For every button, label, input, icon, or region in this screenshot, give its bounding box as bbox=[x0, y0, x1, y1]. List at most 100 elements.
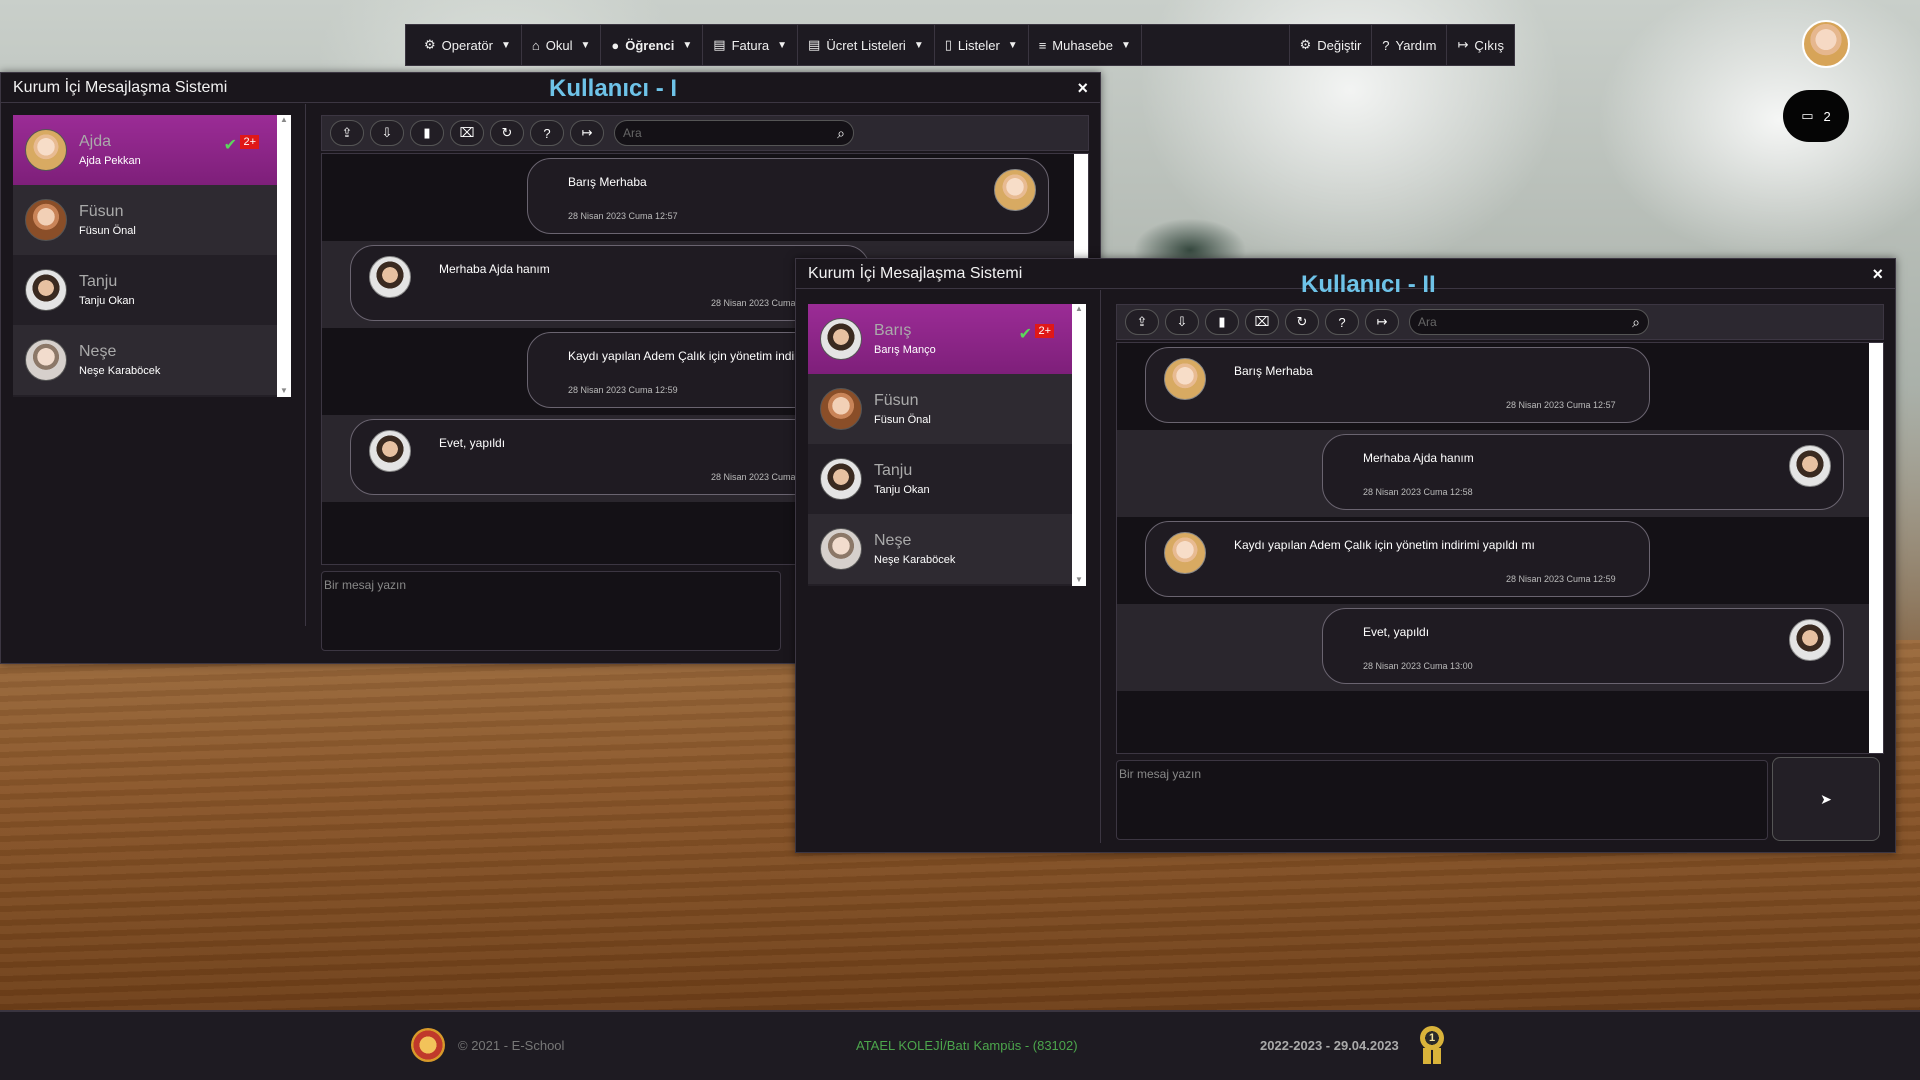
chat-notification-button[interactable]: ▭ 2 bbox=[1783, 90, 1849, 142]
clear-chat-icon: ⌧ bbox=[459, 125, 475, 140]
menu-cikis[interactable]: ↦ Çıkış bbox=[1446, 24, 1514, 66]
exit-button[interactable]: ↦ bbox=[570, 120, 604, 146]
avatar bbox=[25, 269, 67, 311]
check-icon: ✔ bbox=[223, 137, 237, 154]
menu-operator[interactable]: ⚙ Operatör ▼ bbox=[414, 24, 522, 66]
user-avatar[interactable] bbox=[1802, 20, 1850, 68]
contact-item-fusun[interactable]: Füsun Füsun Önal bbox=[13, 185, 277, 255]
message-input[interactable]: Bir mesaj yazın bbox=[1116, 760, 1768, 840]
menu-muhasebe[interactable]: ≡ Muhasebe ▼ bbox=[1029, 24, 1142, 66]
avatar bbox=[820, 388, 862, 430]
avatar bbox=[1164, 532, 1206, 574]
message-row: Kaydı yapılan Adem Çalık için yönetim in… bbox=[1117, 517, 1883, 604]
message-bubble: Barış Merhaba 28 Nisan 2023 Cuma 12:57 bbox=[527, 158, 1049, 234]
refresh-button[interactable]: ↻ bbox=[490, 120, 524, 146]
search-icon[interactable]: ⌕ bbox=[837, 125, 845, 142]
avatar bbox=[994, 169, 1036, 211]
contact-item-tanju[interactable]: Tanju Tanju Okan bbox=[808, 444, 1072, 514]
exit-button[interactable]: ↦ bbox=[1365, 309, 1399, 335]
chat-toolbar: ⇪ ⇩ ▮ ⌧ ↻ ? ↦ Ara ⌕ bbox=[321, 115, 1089, 151]
scroll-up-icon[interactable]: ▲ bbox=[1072, 304, 1086, 313]
menu-okul[interactable]: ⌂ Okul ▼ bbox=[522, 24, 602, 66]
contacts-scrollbar[interactable]: ▲ ▼ bbox=[1072, 304, 1086, 586]
menu-listeler[interactable]: ▯ Listeler ▼ bbox=[935, 24, 1029, 66]
contact-item-nese[interactable]: Neşe Neşe Karaböcek bbox=[808, 514, 1072, 584]
logout-icon: ↦ bbox=[1376, 314, 1388, 329]
download-button[interactable]: ⇩ bbox=[370, 120, 404, 146]
help-button[interactable]: ? bbox=[1325, 309, 1359, 335]
menu-yardim[interactable]: ? Yardım bbox=[1371, 24, 1446, 66]
avatar bbox=[820, 318, 862, 360]
logout-icon: ↦ bbox=[1457, 37, 1469, 52]
message-row: Barış Merhaba 28 Nisan 2023 Cuma 12:57 bbox=[1117, 343, 1883, 430]
academic-year-date: 2022-2023 - 29.04.2023 bbox=[1260, 1038, 1399, 1053]
caret-down-icon: ▼ bbox=[1121, 39, 1131, 51]
window-title: Kurum İçi Mesajlaşma Sistemi bbox=[808, 264, 1023, 282]
clear-button[interactable]: ⌧ bbox=[1245, 309, 1279, 335]
caret-down-icon: ▼ bbox=[500, 39, 511, 51]
medal-icon: 1 bbox=[1420, 1026, 1444, 1050]
trash-icon: ▮ bbox=[423, 125, 431, 140]
medal-ribbon bbox=[1423, 1048, 1441, 1064]
background-plant bbox=[1110, 180, 1270, 270]
contact-item-fusun[interactable]: Füsun Füsun Önal bbox=[808, 374, 1072, 444]
document-icon: ▤ bbox=[808, 37, 821, 52]
document-icon: ▤ bbox=[713, 37, 726, 52]
top-menu-bar: ⚙ Operatör ▼ ⌂ Okul ▼ ● Öğrenci ▼ ▤ Fatura ▼ ▤ Üc… bbox=[405, 24, 1515, 66]
menu-ogrenci[interactable]: ● Öğrenci ▼ bbox=[601, 24, 704, 66]
avatar bbox=[369, 256, 411, 298]
avatar bbox=[1789, 619, 1831, 661]
help-button[interactable]: ? bbox=[530, 120, 564, 146]
school-name[interactable]: ATAEL KOLEJİ/Batı Kampüs - (83102) bbox=[856, 1038, 1078, 1053]
check-icon: ✔ bbox=[1018, 326, 1032, 343]
gears-icon: ⚙ bbox=[424, 37, 436, 52]
avatar bbox=[369, 430, 411, 472]
search-input[interactable]: Ara ⌕ bbox=[1409, 309, 1649, 335]
message-row: Evet, yapıldı 28 Nisan 2023 Cuma 13:00 bbox=[1117, 604, 1883, 691]
search-icon[interactable]: ⌕ bbox=[1632, 314, 1640, 331]
caret-down-icon: ▼ bbox=[580, 39, 591, 51]
avatar bbox=[25, 199, 67, 241]
menu-fatura[interactable]: ▤ Fatura ▼ bbox=[703, 24, 799, 66]
scroll-down-icon[interactable]: ▼ bbox=[277, 386, 291, 395]
user-icon: ● bbox=[611, 37, 620, 53]
unread-badge: 2+ bbox=[240, 135, 259, 149]
avatar bbox=[1789, 445, 1831, 487]
help-icon: ? bbox=[1338, 314, 1346, 330]
trash-icon: ▮ bbox=[1218, 314, 1226, 329]
download-icon: ⇩ bbox=[381, 125, 393, 140]
messages-scrollbar[interactable] bbox=[1869, 343, 1883, 753]
home-icon: ⌂ bbox=[531, 37, 540, 53]
download-button[interactable]: ⇩ bbox=[1165, 309, 1199, 335]
contact-item-nese[interactable]: Neşe Neşe Karaböcek bbox=[13, 325, 277, 395]
upload-button[interactable]: ⇪ bbox=[1125, 309, 1159, 335]
clear-button[interactable]: ⌧ bbox=[450, 120, 484, 146]
upload-icon: ⇪ bbox=[341, 125, 353, 140]
scroll-down-icon[interactable]: ▼ bbox=[1072, 575, 1086, 584]
window-user-label: Kullanıcı - I bbox=[549, 75, 678, 102]
send-button[interactable]: ➤ bbox=[1772, 757, 1880, 841]
upload-button[interactable]: ⇪ bbox=[330, 120, 364, 146]
close-icon[interactable]: × bbox=[1077, 78, 1088, 99]
search-input[interactable]: Ara ⌕ bbox=[614, 120, 854, 146]
upload-icon: ⇪ bbox=[1136, 314, 1148, 329]
contact-item-ajda[interactable]: Ajda Ajda Pekkan ✔ 2+ bbox=[13, 115, 277, 185]
clear-chat-icon: ⌧ bbox=[1254, 314, 1270, 329]
avatar bbox=[820, 458, 862, 500]
window-user-label: Kullanıcı - II bbox=[1301, 271, 1436, 298]
message-list: Barış Merhaba 28 Nisan 2023 Cuma 12:57 M… bbox=[1116, 342, 1884, 754]
contacts-scrollbar[interactable]: ▲ ▼ bbox=[277, 115, 291, 397]
menu-degistir[interactable]: ⚙ Değiştir bbox=[1288, 24, 1372, 66]
delete-button[interactable]: ▮ bbox=[1205, 309, 1239, 335]
refresh-button[interactable]: ↻ bbox=[1285, 309, 1319, 335]
close-icon[interactable]: × bbox=[1872, 264, 1883, 285]
menu-ucret-listeleri[interactable]: ▤ Ücret Listeleri ▼ bbox=[798, 24, 935, 66]
scroll-up-icon[interactable]: ▲ bbox=[277, 115, 291, 124]
contact-item-tanju[interactable]: Tanju Tanju Okan bbox=[13, 255, 277, 325]
message-bubble: Evet, yapıldı 28 Nisan 2023 Cuma bbox=[350, 419, 870, 495]
avatar bbox=[25, 129, 67, 171]
contact-item-baris[interactable]: Barış Barış Manço ✔ 2+ bbox=[808, 304, 1072, 374]
message-bubble: Merhaba Ajda hanım 28 Nisan 2023 Cuma bbox=[350, 245, 870, 321]
message-input[interactable]: Bir mesaj yazın bbox=[321, 571, 781, 651]
delete-button[interactable]: ▮ bbox=[410, 120, 444, 146]
